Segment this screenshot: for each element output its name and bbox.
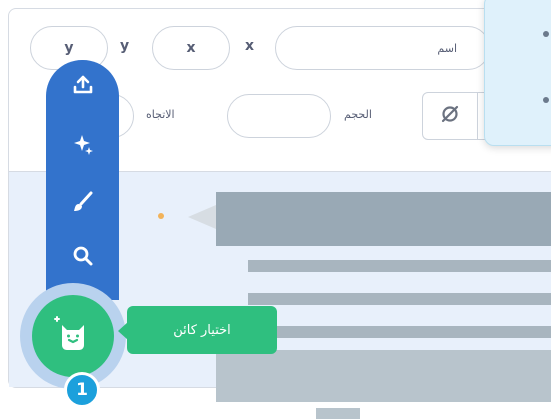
annotation-overlay bbox=[248, 326, 551, 338]
sprite-name-input[interactable]: اسم bbox=[275, 26, 490, 70]
paint-sprite-button[interactable] bbox=[46, 186, 119, 222]
upload-icon bbox=[72, 74, 94, 100]
size-input[interactable] bbox=[227, 94, 331, 138]
x-label: x bbox=[245, 38, 255, 54]
x-input[interactable]: x bbox=[152, 26, 230, 70]
step-badge: 1 bbox=[64, 372, 100, 408]
search-icon bbox=[72, 245, 94, 271]
annotation-overlay bbox=[248, 293, 551, 305]
annotation-pointer bbox=[188, 205, 216, 229]
paint-brush-icon bbox=[72, 191, 94, 217]
upload-sprite-button[interactable] bbox=[46, 69, 119, 105]
surprise-sparkle-icon bbox=[72, 133, 94, 159]
surprise-sprite-button[interactable] bbox=[46, 128, 119, 164]
eye-slash-icon bbox=[439, 103, 461, 129]
annotation-dot bbox=[158, 213, 164, 219]
search-sprite-button[interactable] bbox=[46, 240, 119, 276]
choose-sprite-tooltip: اختيار كائن bbox=[127, 306, 277, 354]
hide-sprite-button[interactable] bbox=[423, 93, 477, 139]
choose-sprite-button[interactable] bbox=[32, 295, 114, 377]
info-popover bbox=[484, 0, 551, 146]
direction-label: الاتجاه bbox=[146, 108, 175, 121]
size-label: الحجم bbox=[344, 108, 372, 121]
cat-icon bbox=[53, 315, 93, 357]
annotation-overlay bbox=[216, 350, 551, 402]
annotation-overlay bbox=[216, 192, 551, 246]
y-label: y bbox=[120, 38, 130, 54]
annotation-overlay bbox=[248, 260, 551, 272]
popover-bullet bbox=[543, 31, 549, 37]
popover-bullet bbox=[543, 97, 549, 103]
annotation-overlay bbox=[316, 408, 360, 419]
